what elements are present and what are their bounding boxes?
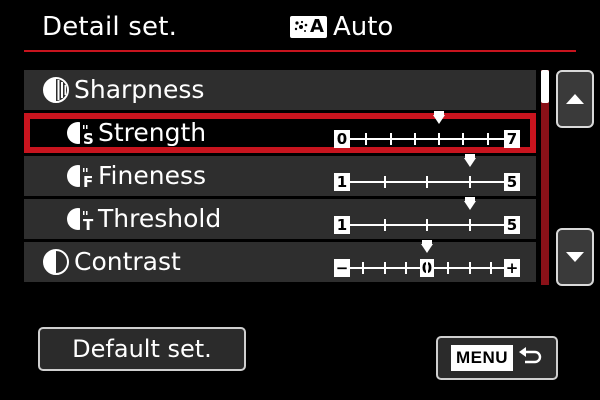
row-label: Fineness (98, 161, 207, 190)
slider-tick (365, 133, 368, 145)
slider-max-label: 7 (504, 130, 520, 148)
scene-auto-icon: A (290, 16, 327, 38)
row-threshold[interactable]: T Threshold 1 5 (24, 197, 536, 239)
slider-track (344, 138, 510, 140)
slider-tick (383, 219, 386, 231)
fineness-slider[interactable]: 1 5 (334, 154, 520, 192)
row-label: Strength (98, 118, 207, 147)
slider-marker (421, 240, 433, 253)
header-divider (24, 50, 576, 52)
row-strength[interactable]: S Strength 0 7 (24, 111, 536, 153)
page-title: Detail set. (42, 12, 178, 42)
row-label: Threshold (98, 204, 222, 233)
default-set-button[interactable]: Default set. (38, 327, 246, 371)
slider-max-label: 5 (504, 173, 520, 191)
slider-max-label: + (504, 259, 520, 277)
slider-tick (426, 262, 428, 274)
slider-tick (468, 262, 471, 274)
sharpness-icon (42, 76, 70, 104)
scrollbar[interactable] (541, 70, 549, 285)
menu-back-button[interactable]: MENU (436, 336, 558, 380)
slider-marker (463, 197, 476, 210)
slider-tick (426, 176, 428, 188)
threshold-slider[interactable]: 1 5 (334, 197, 520, 235)
scroll-up-button[interactable] (556, 70, 594, 128)
return-arrow-icon (517, 345, 543, 371)
sharpness-fineness-icon: F (66, 162, 94, 190)
slider-tick (426, 219, 428, 231)
contrast-slider[interactable]: − + 0 (334, 240, 520, 278)
slider-min-label: − (334, 259, 350, 277)
slider-tick (389, 133, 392, 145)
svg-text:S: S (83, 130, 94, 147)
scroll-down-button[interactable] (556, 228, 594, 286)
svg-text:F: F (83, 173, 93, 190)
slider-tick (447, 262, 450, 274)
row-label: Sharpness (74, 75, 205, 104)
slider-marker (433, 111, 446, 124)
row-fineness[interactable]: F Fineness 1 5 (24, 154, 536, 196)
slider-tick (413, 133, 416, 145)
contrast-icon (42, 248, 70, 276)
slider-tick (383, 262, 386, 274)
slider-tick (462, 133, 465, 145)
strength-slider[interactable]: 0 7 (334, 111, 520, 149)
shooting-mode: A Auto (290, 12, 393, 42)
sharpness-threshold-icon: T (66, 205, 94, 233)
slider-max-label: 5 (504, 216, 520, 234)
sharpness-strength-icon: S (66, 119, 94, 147)
svg-text:T: T (83, 216, 94, 233)
menu-label: MENU (450, 345, 514, 371)
slider-tick (404, 262, 407, 274)
row-contrast[interactable]: Contrast − + 0 (24, 240, 536, 282)
slider-tick (362, 262, 365, 274)
chevron-up-icon (566, 94, 584, 104)
mode-label: Auto (332, 12, 394, 42)
slider-tick (486, 133, 489, 145)
row-label: Contrast (74, 247, 181, 276)
scene-auto-letter: A (310, 16, 324, 37)
slider-min-label: 1 (334, 173, 350, 191)
slider-tick (489, 262, 492, 274)
slider-tick (468, 176, 471, 188)
slider-tick (468, 219, 471, 231)
slider-tick (438, 133, 441, 145)
scrollbar-thumb[interactable] (541, 70, 549, 103)
header: Detail set. A Auto (0, 0, 600, 52)
slider-marker (463, 154, 476, 167)
chevron-down-icon (566, 252, 584, 262)
row-sharpness[interactable]: Sharpness (24, 70, 536, 110)
slider-min-label: 0 (334, 130, 350, 148)
slider-min-label: 1 (334, 216, 350, 234)
slider-tick (383, 176, 386, 188)
detail-list: Sharpness S Strength 0 7 F Fineness 1 5 … (24, 70, 536, 285)
